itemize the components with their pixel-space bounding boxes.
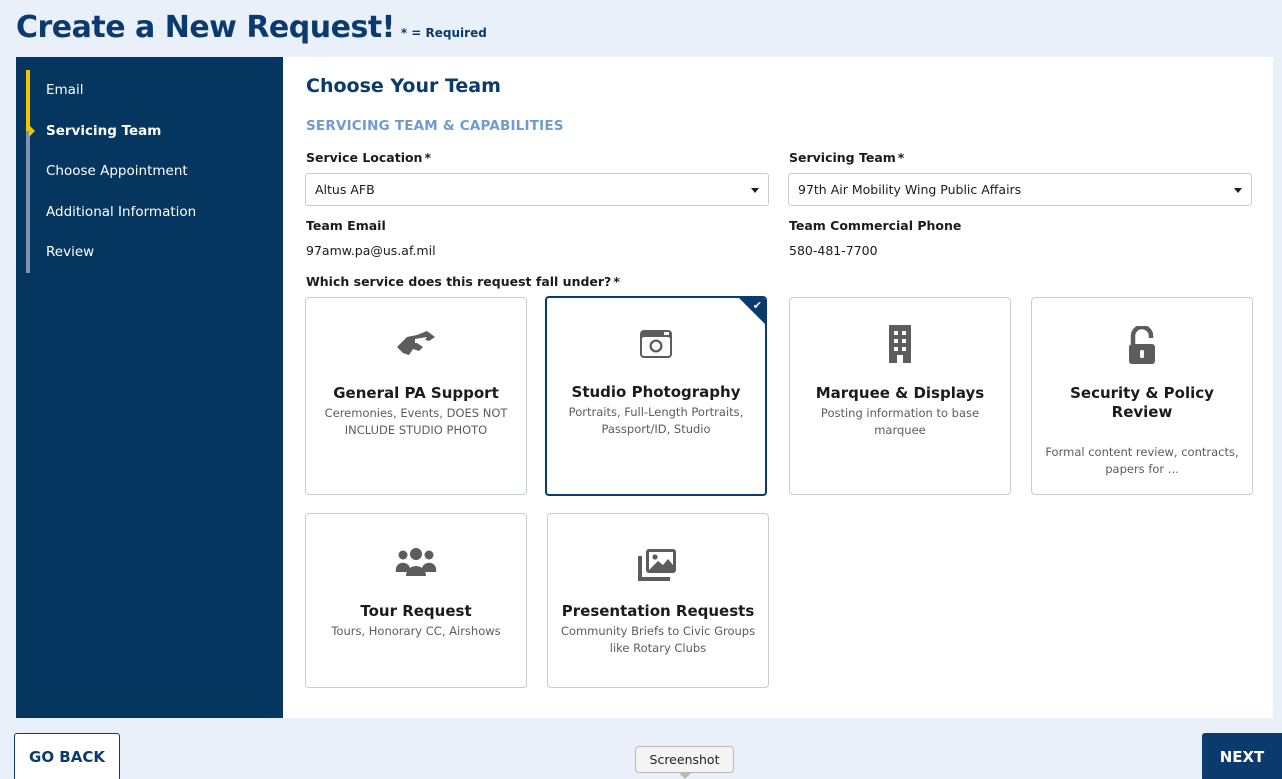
service-card-general-pa-support[interactable]: General PA Support Ceremonies, Events, D… (305, 297, 527, 495)
chevron-down-icon (751, 188, 759, 193)
go-back-button[interactable]: GO BACK (14, 733, 120, 779)
service-card-description: Tours, Honorary CC, Airshows (331, 624, 501, 638)
step-email[interactable]: Email (26, 70, 266, 111)
service-card-description: Portraits, Full-Length Portraits, Passpo… (568, 405, 744, 436)
service-card-title: Tour Request (360, 602, 472, 620)
step-additional-information[interactable]: Additional Information (30, 192, 266, 233)
required-star: * (424, 150, 432, 165)
step-servicing-team[interactable]: Servicing Team (26, 70, 266, 152)
required-note: * = Required (400, 26, 487, 40)
service-card-studio-photography[interactable]: Studio Photography Portraits, Full-Lengt… (545, 296, 767, 496)
service-card-description: Community Briefs to Civic Groups like Ro… (560, 624, 756, 655)
service-card-title: Security & Policy Review (1070, 384, 1214, 421)
next-button[interactable]: NEXT (1202, 733, 1282, 779)
service-card-title: Studio Photography (571, 383, 741, 401)
servicing-team-select[interactable]: 97th Air Mobility Wing Public Affairs (788, 173, 1252, 206)
service-question: Which service does this request fall und… (306, 274, 620, 289)
service-card-tour-request[interactable]: Tour Request Tours, Honorary CC, Airshow… (305, 513, 527, 688)
service-card-marquee-displays[interactable]: Marquee & Displays Posting information t… (789, 297, 1011, 495)
screenshot-tooltip: Screenshot (635, 746, 734, 779)
handshake-icon (306, 324, 526, 364)
service-card-title: General PA Support (333, 384, 499, 402)
service-card-presentation-requests[interactable]: Presentation Requests Community Briefs t… (547, 513, 769, 688)
service-card-security-policy-review[interactable]: Security & Policy Review Formal content … (1031, 297, 1253, 495)
section-title: Choose Your Team (306, 75, 501, 97)
page-title-text: Create a New Request! (16, 10, 395, 45)
step-list: Email Servicing Team Choose Appointment … (26, 70, 266, 273)
service-location-label: Service Location * (306, 150, 431, 165)
section-subtitle: SERVICING TEAM & CAPABILITIES (306, 118, 564, 134)
team-phone-value: 580-481-7700 (789, 243, 878, 258)
servicing-team-label-text: Servicing Team (789, 150, 896, 165)
servicing-team-label: Servicing Team * (789, 150, 904, 165)
required-star: * (613, 274, 620, 289)
service-location-label-text: Service Location (306, 150, 423, 165)
building-icon (790, 324, 1010, 364)
service-card-description: Posting information to base marquee (820, 406, 980, 437)
images-icon (548, 544, 768, 584)
main-panel: Choose Your Team SERVICING TEAM & CAPABI… (283, 57, 1273, 718)
service-card-title: Marquee & Displays (815, 384, 985, 402)
service-location-select[interactable]: Altus AFB (305, 173, 769, 206)
check-icon: ✔ (752, 299, 762, 312)
team-phone-label: Team Commercial Phone (789, 218, 962, 233)
servicing-team-value: 97th Air Mobility Wing Public Affairs (798, 182, 1022, 197)
users-icon (306, 542, 526, 582)
page-title: Create a New Request! * = Required (16, 10, 487, 45)
service-card-description: Formal content review, contracts, papers… (1045, 445, 1239, 476)
service-card-title: Presentation Requests (561, 602, 755, 620)
service-card-description: Ceremonies, Events, DOES NOT INCLUDE STU… (324, 406, 508, 437)
chevron-down-icon (1234, 188, 1242, 193)
team-email-value: 97amw.pa@us.af.mil (306, 243, 436, 258)
step-review[interactable]: Review (30, 232, 266, 273)
required-star: * (897, 150, 905, 165)
step-choose-appointment[interactable]: Choose Appointment (30, 151, 266, 192)
camera-icon (547, 323, 765, 363)
service-question-text: Which service does this request fall und… (306, 274, 612, 289)
unlock-icon (1032, 326, 1252, 366)
service-location-value: Altus AFB (315, 182, 375, 197)
step-sidebar: Email Servicing Team Choose Appointment … (16, 57, 283, 718)
team-email-label: Team Email (306, 218, 386, 233)
